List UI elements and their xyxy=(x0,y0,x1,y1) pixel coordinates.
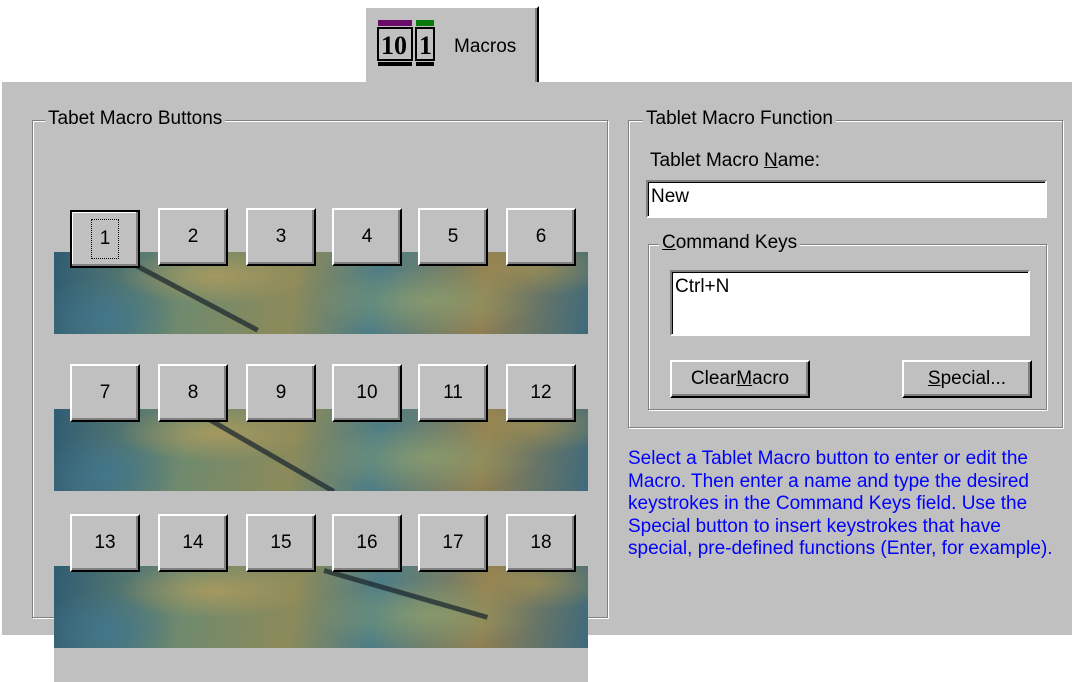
macro-function-group-title: Tablet Macro Function xyxy=(643,108,836,130)
macro-button-10[interactable]: 10 xyxy=(332,364,402,422)
macro-button-14[interactable]: 14 xyxy=(158,514,228,572)
help-text: Select a Tablet Macro button to enter or… xyxy=(628,448,1053,560)
macro-button-9[interactable]: 9 xyxy=(246,364,316,422)
macro-button-13[interactable]: 13 xyxy=(70,514,140,572)
macro-button-1[interactable]: 1 xyxy=(70,210,140,268)
macro-button-5[interactable]: 5 xyxy=(418,208,488,266)
special-button[interactable]: Special... xyxy=(902,360,1032,398)
macro-button-11[interactable]: 11 xyxy=(418,364,488,422)
tab-macros[interactable]: 10 1 Macros xyxy=(364,6,539,82)
strip-cover-3 xyxy=(54,648,588,682)
macro-button-3[interactable]: 3 xyxy=(246,208,316,266)
macro-button-15[interactable]: 15 xyxy=(246,514,316,572)
texture-strip-3 xyxy=(54,566,588,648)
macros-panel: Tabet Macro Buttons 1 2 3 4 5 6 7 8 9 10… xyxy=(0,80,1072,682)
macro-button-18[interactable]: 18 xyxy=(506,514,576,572)
macro-name-label: Tablet Macro Name: xyxy=(650,150,821,171)
clear-macro-button[interactable]: Clear Macro xyxy=(670,360,810,398)
strip-cover-1 xyxy=(54,334,588,368)
macro-button-12[interactable]: 12 xyxy=(506,364,576,422)
svg-text:1: 1 xyxy=(419,31,432,60)
tab-label: Macros xyxy=(454,36,517,57)
macro-button-2[interactable]: 2 xyxy=(158,208,228,266)
macro-button-4[interactable]: 4 xyxy=(332,208,402,266)
macro-button-7[interactable]: 7 xyxy=(70,364,140,422)
macro-button-6[interactable]: 6 xyxy=(506,208,576,266)
macro-button-8[interactable]: 8 xyxy=(158,364,228,422)
command-keys-input[interactable]: Ctrl+N xyxy=(670,270,1030,336)
macro-button-17[interactable]: 17 xyxy=(418,514,488,572)
macro-buttons-group-title: Tabet Macro Buttons xyxy=(45,108,226,130)
macro-tab-icon: 10 1 xyxy=(377,20,435,66)
svg-text:10: 10 xyxy=(381,31,407,60)
macro-name-input[interactable]: New xyxy=(646,180,1047,218)
command-keys-group-title: Command Keys xyxy=(659,232,801,254)
macro-button-16[interactable]: 16 xyxy=(332,514,402,572)
